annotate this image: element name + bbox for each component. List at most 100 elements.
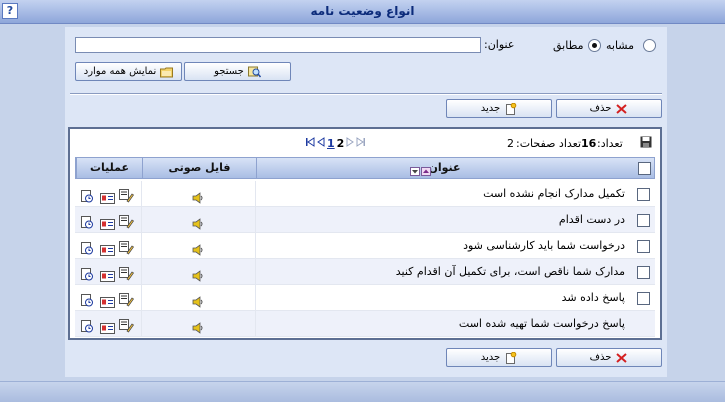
divider bbox=[70, 93, 662, 95]
row-audio-cell bbox=[141, 259, 255, 285]
row-operations bbox=[80, 291, 136, 308]
folder-icon bbox=[160, 66, 174, 78]
next-page-icon bbox=[346, 136, 355, 150]
match-exact-radio[interactable] bbox=[588, 39, 601, 52]
sort-desc-icon[interactable] bbox=[410, 163, 420, 183]
pages-label: تعداد صفحات: bbox=[516, 137, 582, 150]
show-all-button-label: نمایش همه موارد bbox=[83, 66, 157, 77]
count-value: 16 bbox=[581, 137, 597, 150]
row-ops-cell bbox=[75, 207, 141, 233]
delete-button-bottom[interactable]: حذف bbox=[556, 348, 662, 367]
row-ops-cell bbox=[75, 311, 141, 337]
delete-x-icon bbox=[615, 103, 628, 115]
page-link-1[interactable]: 1 bbox=[327, 137, 335, 150]
delete-label-bottom: حذف bbox=[589, 352, 612, 363]
table-row[interactable]: پاسخ داده شد bbox=[75, 285, 655, 311]
speaker-icon[interactable] bbox=[192, 318, 204, 334]
new-label-top: جدید bbox=[480, 103, 501, 114]
row-title-cell: درخواست شما باید کارشناسی شود bbox=[255, 233, 631, 259]
new-button-top[interactable]: جدید bbox=[446, 99, 552, 118]
new-label-bottom: جدید bbox=[480, 352, 501, 363]
row-checkbox[interactable] bbox=[637, 188, 650, 201]
row-title: تکمیل مدارک انجام نشده است bbox=[483, 187, 625, 200]
status-grid: تعداد: 16 تعداد صفحات: 2 1 2 عنوان فایل … bbox=[68, 127, 662, 340]
save-disk-icon[interactable] bbox=[640, 136, 652, 148]
show-all-button[interactable]: نمایش همه موارد bbox=[75, 62, 182, 81]
match-similar-label: مشابه bbox=[606, 39, 635, 52]
page-current-2: 2 bbox=[336, 136, 345, 150]
magnifier-icon bbox=[247, 66, 261, 78]
new-document-icon bbox=[504, 351, 517, 364]
row-title: پاسخ درخواست شما تهیه شده است bbox=[458, 317, 625, 330]
search-button-label: جستجو bbox=[214, 66, 244, 77]
column-title-label: عنوان bbox=[428, 161, 461, 174]
speaker-icon[interactable] bbox=[192, 214, 204, 230]
row-audio-cell bbox=[141, 181, 255, 207]
row-ops-cell bbox=[75, 285, 141, 311]
row-ops-cell bbox=[75, 233, 141, 259]
row-title-cell: در دست اقدام bbox=[255, 207, 631, 233]
table-row[interactable]: مدارک شما ناقص است، برای تکمیل آن اقدام … bbox=[75, 259, 655, 285]
table-row[interactable]: در دست اقدام bbox=[75, 207, 655, 233]
grid-column-headers: عنوان فایل صوتی عملیات bbox=[75, 157, 655, 179]
delete-x-icon bbox=[615, 352, 628, 364]
speaker-icon[interactable] bbox=[192, 266, 204, 282]
row-select-cell bbox=[631, 181, 655, 207]
row-checkbox[interactable] bbox=[637, 266, 650, 279]
row-select-cell bbox=[631, 285, 655, 311]
select-all-checkbox[interactable] bbox=[638, 162, 651, 175]
row-audio-cell bbox=[141, 207, 255, 233]
select-all-cell bbox=[632, 158, 656, 178]
window-title: انواع وضعیت نامه bbox=[310, 4, 415, 18]
column-title[interactable]: عنوان bbox=[256, 158, 632, 178]
row-title: در دست اقدام bbox=[558, 213, 625, 226]
title-search-input[interactable] bbox=[75, 37, 481, 53]
grid-header-info: تعداد: 16 تعداد صفحات: 2 1 2 bbox=[70, 129, 660, 157]
status-bar bbox=[0, 381, 725, 402]
row-title-cell: پاسخ داده شد bbox=[255, 285, 631, 311]
pages-value: 2 bbox=[507, 137, 514, 150]
search-button[interactable]: جستجو bbox=[184, 62, 291, 81]
count-label: تعداد: bbox=[597, 137, 623, 150]
row-title: مدارک شما ناقص است، برای تکمیل آن اقدام … bbox=[395, 265, 625, 278]
sort-asc-icon[interactable] bbox=[421, 163, 431, 183]
row-title: پاسخ داده شد bbox=[561, 291, 625, 304]
last-page-icon bbox=[356, 136, 366, 150]
row-select-cell bbox=[631, 233, 655, 259]
row-ops-cell bbox=[75, 259, 141, 285]
match-exact-label: مطابق bbox=[553, 39, 584, 52]
new-button-bottom[interactable]: جدید bbox=[446, 348, 552, 367]
row-operations bbox=[80, 187, 136, 204]
row-checkbox[interactable] bbox=[637, 240, 650, 253]
row-title-cell: پاسخ درخواست شما تهیه شده است bbox=[255, 311, 631, 337]
column-operations: عملیات bbox=[76, 158, 142, 178]
delete-button-top[interactable]: حذف bbox=[556, 99, 662, 118]
details-card-icon[interactable] bbox=[100, 318, 115, 344]
row-operations bbox=[80, 265, 136, 282]
window-titlebar: ? انواع وضعیت نامه bbox=[0, 0, 725, 24]
row-checkbox[interactable] bbox=[637, 292, 650, 305]
row-title-cell: مدارک شما ناقص است، برای تکمیل آن اقدام … bbox=[255, 259, 631, 285]
row-audio-cell bbox=[141, 233, 255, 259]
speaker-icon[interactable] bbox=[192, 292, 204, 308]
edit-icon[interactable] bbox=[119, 317, 134, 343]
row-ops-cell bbox=[75, 181, 141, 207]
prev-page-icon[interactable] bbox=[317, 136, 325, 150]
row-title-cell: تکمیل مدارک انجام نشده است bbox=[255, 181, 631, 207]
row-title: درخواست شما باید کارشناسی شود bbox=[463, 239, 625, 252]
row-operations bbox=[80, 317, 136, 334]
history-icon[interactable] bbox=[80, 317, 94, 343]
match-similar-radio[interactable] bbox=[643, 39, 656, 52]
table-row[interactable]: تکمیل مدارک انجام نشده است bbox=[75, 181, 655, 207]
row-checkbox[interactable] bbox=[637, 214, 650, 227]
row-operations bbox=[80, 213, 136, 230]
row-select-cell bbox=[631, 259, 655, 285]
first-page-icon[interactable] bbox=[305, 136, 315, 150]
row-audio-cell bbox=[141, 285, 255, 311]
row-operations bbox=[80, 239, 136, 256]
table-row[interactable]: درخواست شما باید کارشناسی شود bbox=[75, 233, 655, 259]
speaker-icon[interactable] bbox=[192, 240, 204, 256]
speaker-icon[interactable] bbox=[192, 188, 204, 204]
table-row[interactable]: پاسخ درخواست شما تهیه شده است bbox=[75, 311, 655, 337]
new-document-icon bbox=[504, 102, 517, 115]
